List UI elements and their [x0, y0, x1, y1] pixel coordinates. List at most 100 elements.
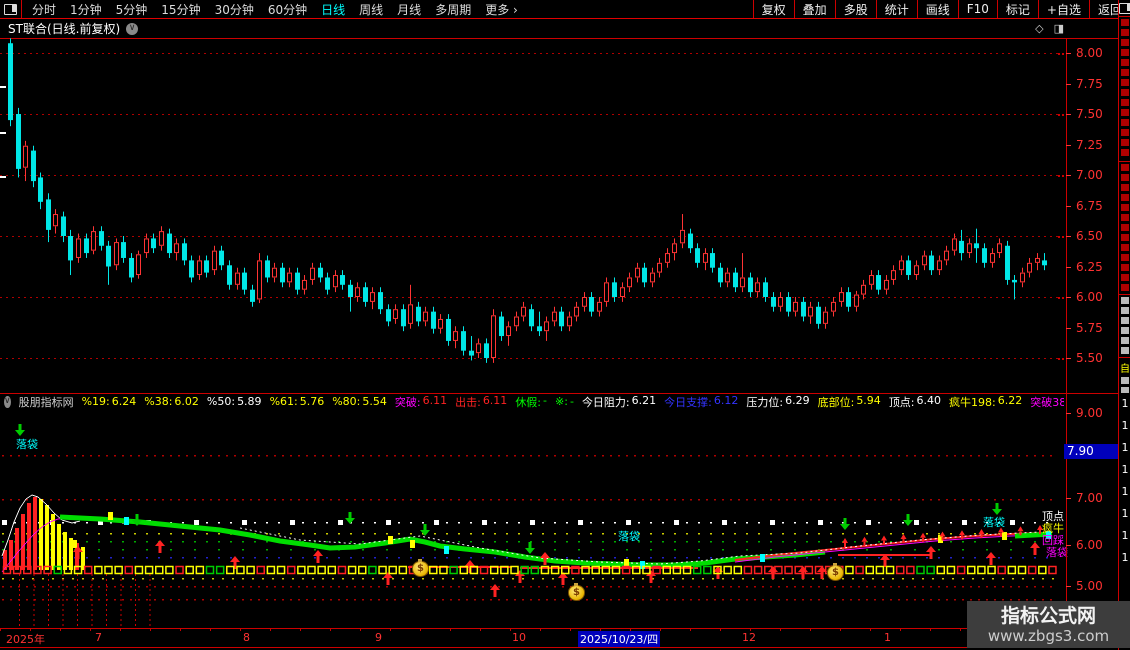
indicator-stat-10: 今日支撑: 6.12 — [664, 394, 739, 409]
indicator-stat-9: 今日阻力: 6.21 — [581, 394, 657, 409]
title-icon-1[interactable]: ◨ — [1054, 22, 1064, 35]
price-label: 6.25 — [1076, 259, 1103, 274]
group-number-5[interactable]: 1 — [1119, 503, 1130, 525]
right-vertical-toolbar[interactable]: 自 11111111 — [1118, 0, 1130, 650]
vertical-tab-self[interactable]: 自 — [1119, 360, 1130, 375]
indicator-stat-14: 疯牛198: 6.22 — [949, 394, 1023, 409]
tool-menu: 复权 叠加 多股 统计 画线 F10 标记 +自选 返回 — [752, 0, 1130, 18]
indicator-value-badge: 7.90 — [1064, 444, 1121, 459]
indicator-stat-3: %61: 5.76 — [269, 395, 325, 408]
price-label: 5.50 — [1076, 351, 1103, 365]
group-number-3[interactable]: 1 — [1119, 459, 1130, 481]
price-label: 7.50 — [1076, 107, 1103, 121]
menu-period-3[interactable]: 15分钟 — [161, 1, 200, 18]
indicator-stat-1: %38: 6.02 — [144, 395, 199, 408]
indicator-stat-15: 突破382:6 — [1030, 395, 1064, 409]
period-menu: 分时 1分钟 5分钟 15分钟 30分钟 60分钟 日线 周线 月线 多周期 更多 › — [22, 1, 518, 18]
menu-period-6[interactable]: 日线 — [321, 1, 345, 18]
top-menu-bar: 分时 1分钟 5分钟 15分钟 30分钟 60分钟 日线 周线 月线 多周期 更多 › 复权 叠加 多股… — [0, 0, 1130, 19]
panel-price-label: 6.00 — [1076, 538, 1103, 552]
panel-tick — [1066, 413, 1071, 414]
group-number-7[interactable]: 1 — [1119, 547, 1130, 569]
date-label-6[interactable]: 12 — [742, 631, 756, 644]
date-label-4[interactable]: 10 — [512, 631, 526, 644]
watermark-url: www.zbgs3.com — [987, 626, 1110, 645]
vertical-tab-red-1[interactable] — [1121, 19, 1129, 159]
main-kline-chart[interactable] — [0, 38, 1066, 394]
menu-tool-3[interactable]: 统计 — [875, 0, 917, 18]
stock-title: ST联合(日线.前复权) — [8, 22, 121, 36]
menu-tool-6[interactable]: 标记 — [996, 0, 1038, 18]
chevron-down-icon[interactable]: ∨ — [4, 395, 11, 408]
site-watermark: 指标公式网 www.zbgs3.com — [967, 601, 1130, 648]
price-tick — [1066, 205, 1071, 207]
indicator-source: 股朋指标网 — [18, 395, 74, 409]
price-tick — [1066, 358, 1071, 359]
menu-tool-5[interactable]: F10 — [957, 0, 997, 18]
price-label: 5.75 — [1076, 320, 1103, 335]
menu-period-5[interactable]: 60分钟 — [268, 1, 307, 18]
panel-tick — [1066, 586, 1071, 587]
panel-tick — [1066, 498, 1071, 499]
date-label-2[interactable]: 8 — [243, 631, 250, 644]
group-number-column[interactable]: 11111111 — [1119, 393, 1130, 569]
price-tick — [1066, 53, 1071, 54]
window-icon[interactable] — [1119, 3, 1130, 14]
title-bar: ST联合(日线.前复权) ∨ ◇ ◨ — [0, 19, 1118, 39]
group-number-2[interactable]: 1 — [1119, 437, 1130, 459]
menu-period-8[interactable]: 月线 — [397, 1, 421, 18]
vertical-tab-red-2[interactable] — [1121, 164, 1129, 292]
price-label: 6.75 — [1076, 198, 1103, 213]
window-layout-icon[interactable] — [0, 0, 22, 18]
menu-tool-7[interactable]: +自选 — [1037, 0, 1089, 18]
date-label-1[interactable]: 7 — [95, 631, 102, 644]
price-tick — [1066, 114, 1071, 115]
panel-separator-line — [0, 393, 1118, 394]
menu-period-0[interactable]: 分时 — [32, 1, 56, 18]
indicator-panel[interactable] — [0, 410, 1066, 627]
menu-period-9[interactable]: 多周期 — [435, 1, 471, 18]
indicator-stat-11: 压力位: 6.29 — [746, 394, 810, 409]
date-label-3[interactable]: 9 — [375, 631, 382, 644]
date-axis[interactable]: 2025年 7 8 9 10 2025/10/23/四 12 1 — [0, 628, 1130, 648]
menu-period-1[interactable]: 1分钟 — [70, 1, 102, 18]
indicator-stat-4: %80: 5.54 — [332, 395, 387, 408]
panel-tick — [1066, 545, 1071, 546]
menu-tool-1[interactable]: 叠加 — [793, 0, 835, 18]
vertical-tab-white-2[interactable] — [1121, 377, 1129, 393]
indicator-stat-5: 突破: 6.11 — [394, 394, 448, 409]
indicator-stat-13: 顶点: 6.40 — [888, 394, 942, 409]
title-right-icons: ◇ ◨ — [1035, 22, 1064, 35]
date-label-0[interactable]: 2025年 — [6, 631, 45, 647]
menu-period-2[interactable]: 5分钟 — [116, 1, 148, 18]
group-number-6[interactable]: 1 — [1119, 525, 1130, 547]
indicator-header: ∨ 股朋指标网 %19: 6.24 %38: 6.02 %50: 5.89 %61: 5.76… — [2, 394, 1064, 409]
group-number-0[interactable]: 1 — [1119, 393, 1130, 415]
indicator-stat-6: 出击: 6.11 — [455, 394, 508, 409]
panel-price-label: 5.00 — [1076, 579, 1103, 593]
vertical-tab-white[interactable] — [1121, 297, 1129, 355]
chevron-down-icon[interactable]: ∨ — [126, 22, 139, 35]
group-number-1[interactable]: 1 — [1119, 415, 1130, 437]
group-number-4[interactable]: 1 — [1119, 481, 1130, 503]
price-label: 8.00 — [1076, 46, 1103, 60]
menu-period-4[interactable]: 30分钟 — [215, 1, 254, 18]
price-tick — [1066, 175, 1071, 176]
menu-tool-2[interactable]: 多股 — [834, 0, 876, 18]
title-icon-0[interactable]: ◇ — [1035, 22, 1043, 35]
price-label: 6.00 — [1076, 290, 1103, 304]
date-label-5[interactable]: 2025/10/23/四 — [578, 631, 661, 647]
price-label: 7.75 — [1076, 76, 1103, 91]
menu-tool-0[interactable]: 复权 — [752, 0, 794, 18]
watermark-title: 指标公式网 — [1000, 604, 1096, 627]
price-tick — [1066, 144, 1071, 146]
price-tick — [1066, 297, 1071, 298]
indicator-stat-8: ※: - — [555, 395, 574, 408]
panel-price-label: 9.00 — [1076, 406, 1103, 420]
price-label: 6.50 — [1076, 229, 1103, 243]
menu-period-7[interactable]: 周线 — [359, 1, 383, 18]
price-label: 7.25 — [1076, 137, 1103, 152]
date-label-7[interactable]: 1 — [884, 631, 891, 644]
menu-period-10[interactable]: 更多 › — [485, 1, 518, 18]
menu-tool-4[interactable]: 画线 — [916, 0, 958, 18]
